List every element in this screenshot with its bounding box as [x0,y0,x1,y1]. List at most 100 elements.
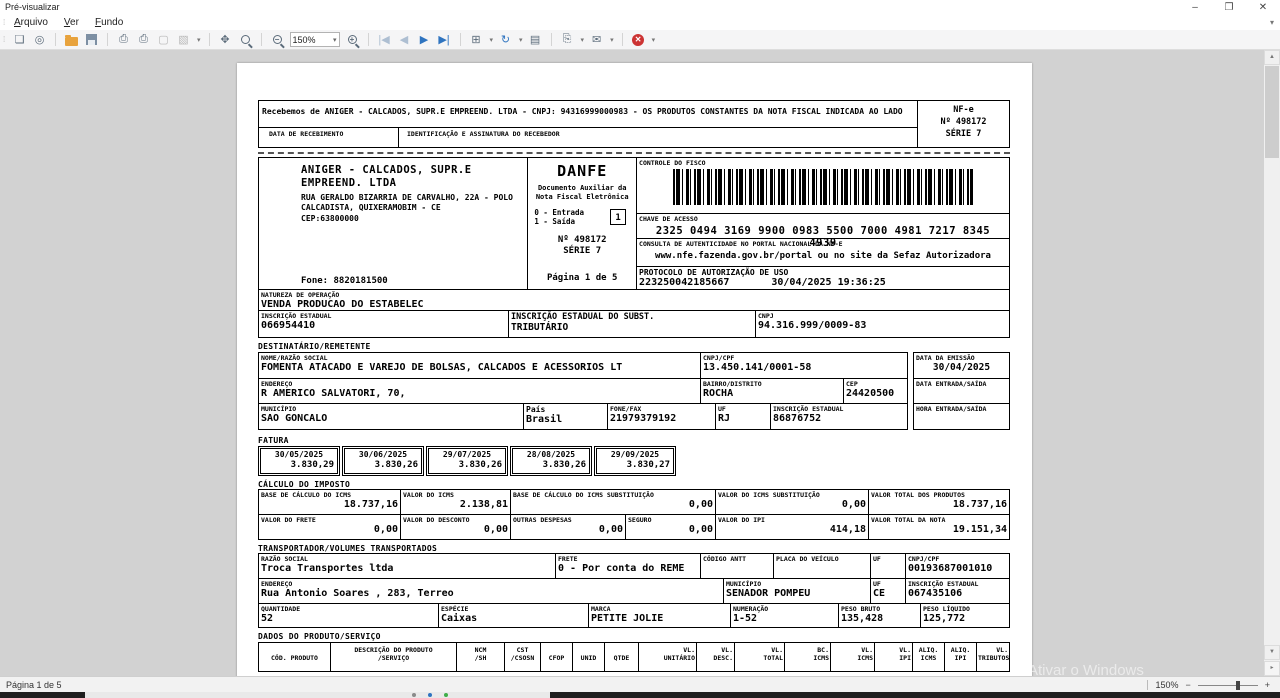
multi-page-caret-icon[interactable]: ▾ [490,36,494,44]
pan-hand-icon[interactable]: ✥ [218,32,233,48]
entrada-saida-block: 0 - Entrada 1 - Saída 1 [534,208,636,226]
mail-caret-icon[interactable]: ▾ [610,36,614,44]
last-page-button[interactable]: ▶| [437,32,452,48]
save-icon[interactable] [84,32,99,48]
dest-cnpj-cell: CNPJ/CPF 13.450.141/0001-58 [701,353,907,378]
nfe-title: NF-e [918,104,1009,116]
zoom-slider[interactable] [1198,680,1258,690]
export-page-icon[interactable]: ⎘ [560,32,575,48]
open-folder-icon[interactable] [64,32,79,48]
multi-page-view-icon[interactable]: ⊞ [469,32,484,48]
print-icon[interactable]: ⎙ [116,32,131,48]
scroll-up-icon[interactable]: ▲ [1264,50,1280,65]
document-icon[interactable]: ▤ [528,32,543,48]
minimize-button[interactable]: – [1178,2,1212,13]
dest-bairro-value: ROCHA [703,388,841,399]
taskbar-app-dot-icon [444,693,448,697]
close-preview-icon[interactable]: ✕ [631,32,646,48]
scroll-right-icon[interactable]: ▸ [1264,661,1280,676]
receipt-left: Recebemos de ANIGER - CALCADOS, SUPR.E E… [259,101,918,147]
emitter-name: ANIGER - CALCADOS, SUPR.E EMPREEND. LTDA [301,164,523,190]
menubar-overflow-icon[interactable]: ▾ [1270,18,1274,27]
natureza-value: VENDA PRODUCAO DO ESTABELEC [261,299,1007,310]
vertical-scrollbar[interactable]: ▲ ▼ [1264,50,1280,676]
zoom-out-button[interactable]: − [1185,680,1190,690]
first-page-button[interactable]: |◀ [377,32,392,48]
imposto-cell: SEGURO 0,00 [626,515,716,539]
document-area: Recebemos de ANIGER - CALCADOS, SUPR.E E… [0,50,1280,676]
print-direct-icon[interactable]: ⎙ [136,32,151,48]
mail-icon[interactable]: ✉ [589,32,604,48]
previous-page-button[interactable]: ◀ [397,32,412,48]
zoom-combo-caret-icon[interactable]: ▾ [333,36,337,44]
transp-qtd-cell: QUANTIDADE 52 [259,604,439,627]
nfe-series: SÉRIE 7 [918,128,1009,140]
menu-ver[interactable]: Ver [64,17,79,28]
ie-cell: INSCRIÇÃO ESTADUAL 066954410 [259,311,509,337]
image-mode-icon[interactable]: ▧ [176,32,191,48]
windows-taskbar[interactable] [0,692,1280,698]
imposto-section-title: CÁLCULO DO IMPOSTO [258,476,1010,490]
export-caret-icon[interactable]: ▾ [581,36,585,44]
fatura-value: 3.830,26 [348,460,418,470]
dest-endereco-label: ENDEREÇO [261,380,698,388]
dest-cnpj-value: 13.450.141/0001-58 [703,362,905,373]
statusbar-zoom-value: 150% [1155,680,1178,690]
toolbar-grip-icon: ⁞ [3,35,5,44]
fatura-value: 3.830,29 [264,460,334,470]
refresh-icon[interactable]: ↻ [498,32,513,48]
statusbar-separator [1147,680,1148,690]
image-mode-caret-icon[interactable]: ▾ [197,36,201,44]
produtos-col: DESCRIÇÃO DO PRODUTO/SERVIÇO [331,643,457,671]
titlebar: Pré-visualizar – ❐ ✕ [0,0,1280,14]
fisco-control-row: CONTROLE DO FISCO [637,158,1009,214]
transp-marca-cell: MARCA PETITE JOLIE [589,604,731,627]
zoom-in-button[interactable]: + [1265,680,1270,690]
page-preview-icon[interactable]: ▢ [156,32,171,48]
statusbar-zoom-controls: 150% − + [1147,680,1270,690]
nfe-number-cell: NF-e Nº 498172 SÉRIE 7 [918,101,1009,147]
refresh-caret-icon[interactable]: ▾ [519,36,523,44]
imposto-cell: VALOR DO ICMS 2.138,81 [401,490,511,514]
receipt-date-label: DATA DE RECEBIMENTO [259,128,399,147]
scrollbar-thumb[interactable] [1265,66,1279,158]
scroll-down-icon[interactable]: ▼ [1264,645,1280,660]
zoom-select-icon[interactable] [238,32,253,48]
danfe-series: SÉRIE 7 [528,246,636,257]
consulta-row: CONSULTA DE AUTENTICIDADE NO PORTAL NACI… [637,239,1009,267]
zoom-in-icon[interactable]: + [345,32,360,48]
dest-cep-label: CEP [846,380,905,388]
transportador-section-title: TRANSPORTADOR/VOLUMES TRANSPORTADOS [258,540,1010,554]
magnifier-minus-glyph: − [273,35,282,44]
preview-panes-icon[interactable]: ❏ [12,32,27,48]
fatura-section-title: FATURA [258,432,1010,446]
toolbar-separator [55,33,56,46]
transp-peso-liquido-cell: PESO LÍQUIDO 125,772 [921,604,1009,627]
zoom-slider-thumb[interactable] [1236,681,1240,690]
transportador-row-2: ENDEREÇO Rua Antonio Soares , 283, Terre… [258,578,1010,604]
imposto-cell: VALOR DO DESCONTO 0,00 [401,515,511,539]
menu-arquivo[interactable]: Arquivo [14,17,48,28]
imposto-cell: VALOR TOTAL DA NOTA 19.151,34 [869,515,1009,539]
tipo-operacao-box: 1 [610,209,626,225]
protocolo-label: PROTOCOLO DE AUTORIZAÇÃO DE USO [639,268,1007,277]
menubar: ⁞ Arquivo Ver Fundo ▾ [0,14,1280,30]
menu-fundo[interactable]: Fundo [95,17,123,28]
find-icon[interactable]: ◎ [32,32,47,48]
hora-entrada-box: HORA ENTRADA/SAÍDA [913,403,1010,430]
close-button[interactable]: ✕ [1246,2,1280,13]
taskbar-app-dot-icon [412,693,416,697]
maximize-button[interactable]: ❐ [1212,2,1246,13]
windows-activation-watermark: Ativar o Windows Acesse Configurações pa… [1028,662,1222,676]
natureza-cell: NATUREZA DE OPERAÇÃO VENDA PRODUCAO DO E… [259,290,1009,310]
toolbar: ⁞ ❏ ◎ ⎙ ⎙ ▢ ▧ ▾ ✥ − 150% ▾ + |◀ ◀ ▶ ▶| ⊞… [0,30,1280,50]
dest-fone-cell: FONE/FAX 21979379192 [608,404,716,429]
next-page-button[interactable]: ▶ [417,32,432,48]
taskbar-app-dot-icon [428,693,432,697]
close-preview-caret-icon[interactable]: ▾ [652,36,656,44]
ie-subst-label-2: TRIBUTÁRIO [511,322,753,333]
dest-municipio-label: MUNICÍPIO [261,405,521,413]
zoom-out-icon[interactable]: − [270,32,285,48]
transp-numeracao-cell: NUMERAÇÃO 1-52 [731,604,839,627]
zoom-level-combobox[interactable]: 150% ▾ [290,32,340,47]
